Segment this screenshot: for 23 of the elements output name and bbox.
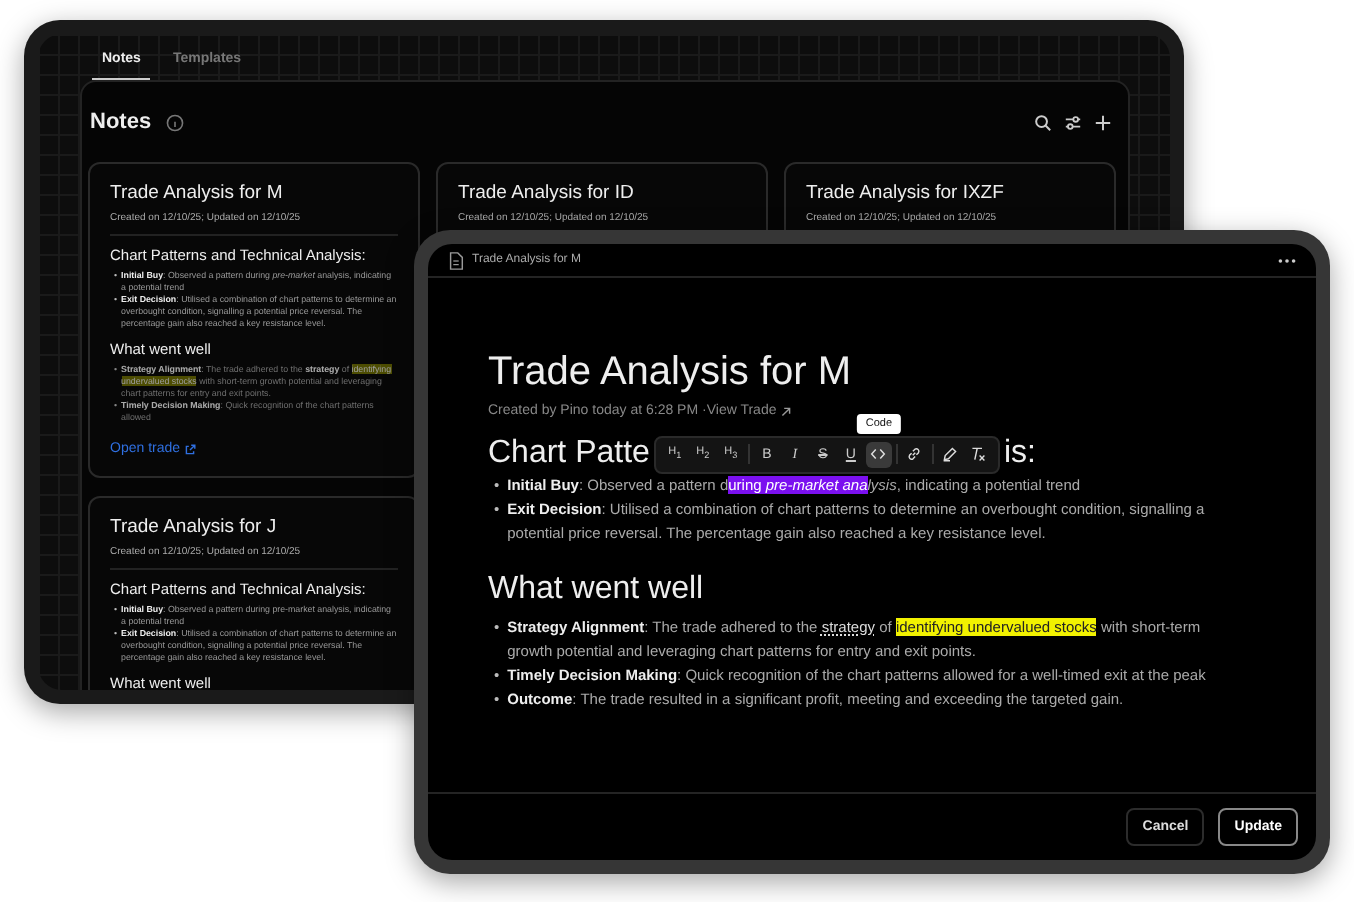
document-icon	[448, 251, 464, 269]
note-title: Trade Analysis for M	[110, 182, 285, 204]
note-title: Trade Analysis for ID	[458, 182, 636, 204]
add-icon[interactable]	[1094, 113, 1112, 131]
note-card[interactable]	[88, 162, 420, 478]
section-heading: is:	[1003, 434, 1036, 474]
page-title: Notes	[90, 110, 152, 134]
code-icon	[870, 448, 887, 460]
section-heading: Chart Patte	[488, 434, 650, 474]
sliders-icon[interactable]	[1064, 113, 1082, 131]
info-icon[interactable]	[165, 113, 184, 131]
external-link-icon	[184, 443, 197, 455]
section-heading: What went well	[488, 570, 706, 610]
search-icon[interactable]	[1034, 113, 1052, 131]
note-card[interactable]	[88, 496, 420, 690]
link-icon	[906, 446, 923, 462]
document-title: Trade Analysis for M	[488, 348, 854, 396]
marker-pen-icon	[942, 446, 959, 462]
clear-format-icon	[970, 446, 987, 462]
note-title: Trade Analysis for J	[110, 516, 279, 538]
more-icon[interactable]	[1278, 257, 1296, 263]
arrow-icon	[780, 405, 793, 417]
note-title: Trade Analysis for IXZF	[806, 182, 1006, 204]
